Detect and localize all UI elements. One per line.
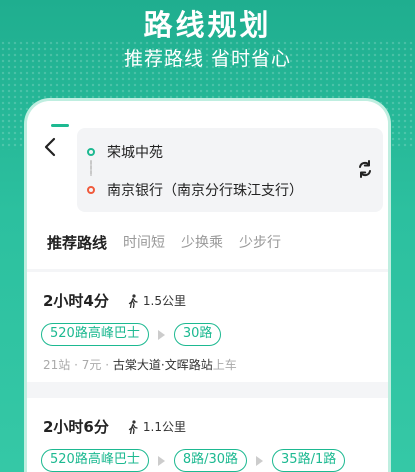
result-header: 2小时6分 1.1公里 xyxy=(43,416,186,437)
price: 7元 xyxy=(81,358,102,372)
line-pill: 520路高峰巴士 xyxy=(41,449,149,472)
boarding-stop: 古棠大道·文晖路站 xyxy=(112,358,213,372)
transit-lines: 520路高峰巴士 8路/30路 35路/1路 xyxy=(41,449,346,472)
route-result-card[interactable]: 2小时6分 1.1公里 520路高峰巴士 8路/30路 35路/1路 xyxy=(27,398,388,472)
duration: 2小时4分 xyxy=(43,292,109,310)
separator: · xyxy=(74,358,78,372)
route-dotted-line xyxy=(90,160,92,176)
destination-dot-icon xyxy=(87,186,95,194)
duration: 2小时6分 xyxy=(43,418,109,436)
tab-recommended[interactable]: 推荐路线 xyxy=(47,232,107,253)
boarding-suffix: 上车 xyxy=(212,358,237,372)
line-pill: 30路 xyxy=(173,323,222,346)
walk-icon xyxy=(128,419,138,434)
tab-less-walking[interactable]: 少步行 xyxy=(239,232,281,253)
route-meta: 21站 · 7元 · 古棠大道·文晖路站上车 xyxy=(43,356,237,373)
tab-shortest-time[interactable]: 时间短 xyxy=(123,232,165,253)
route-result-card[interactable]: 2小时4分 1.5公里 520路高峰巴士 30路 21站 · 7元 · 古棠大道… xyxy=(27,272,388,382)
hero-subtitle: 推荐路线 省时省心 xyxy=(123,48,292,70)
origin-row[interactable]: 荣城中苑 xyxy=(87,142,163,162)
arrow-right-icon xyxy=(157,329,165,340)
result-header: 2小时4分 1.5公里 xyxy=(43,290,186,311)
walk-distance-text: 1.1公里 xyxy=(142,420,186,434)
destination-text: 南京银行（南京分行珠江支行） xyxy=(107,183,303,199)
tab-fewer-transfers[interactable]: 少换乘 xyxy=(181,232,223,253)
transit-lines: 520路高峰巴士 30路 xyxy=(41,323,222,346)
hero-title: 路线规划 xyxy=(143,8,272,42)
route-tabs: 推荐路线 时间短 少换乘 少步行 xyxy=(47,232,297,253)
origin-dot-icon xyxy=(87,148,95,156)
walk-icon xyxy=(128,293,138,308)
walk-distance-text: 1.5公里 xyxy=(142,294,186,308)
route-header: 荣城中苑 南京银行（南京分行珠江支行） 推荐路线 时间短 少换乘 少步行 xyxy=(27,101,388,269)
stop-count: 21站 xyxy=(43,358,71,372)
back-icon[interactable] xyxy=(39,135,63,159)
separator: · xyxy=(105,358,110,372)
origin-text: 荣城中苑 xyxy=(107,145,163,161)
phone-frame: 荣城中苑 南京银行（南京分行珠江支行） 推荐路线 时间短 少换乘 少步行 2小时… xyxy=(24,98,391,472)
swap-icon[interactable] xyxy=(354,158,376,180)
line-pill: 8路/30路 xyxy=(173,449,248,472)
arrow-right-icon xyxy=(256,455,264,466)
walk-distance: 1.1公里 xyxy=(127,418,186,435)
address-box: 荣城中苑 南京银行（南京分行珠江支行） xyxy=(77,128,383,212)
line-pill: 35路/1路 xyxy=(272,449,346,472)
arrow-right-icon xyxy=(157,455,165,466)
destination-row[interactable]: 南京银行（南京分行珠江支行） xyxy=(87,180,303,200)
walk-distance: 1.5公里 xyxy=(127,292,186,309)
active-tab-indicator xyxy=(51,124,69,127)
line-pill: 520路高峰巴士 xyxy=(41,323,149,346)
